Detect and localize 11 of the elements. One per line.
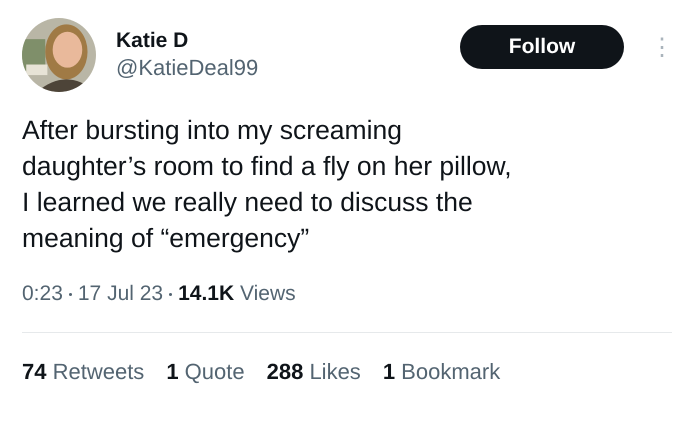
stat-link[interactable]: 74 Retweets (22, 359, 144, 385)
author-handle[interactable]: @KatieDeal99 (116, 55, 440, 81)
tweet-time[interactable]: 0:23 (22, 282, 63, 306)
tweet-date[interactable]: 17 Jul 23 (78, 282, 164, 306)
stat-link[interactable]: 1 Quote (166, 359, 245, 385)
stat-link[interactable]: 1 Bookmark (382, 359, 500, 385)
tweet-text: After bursting into my screaming daughter’s room to find a fly on her pillow, I learned we really need to discuss the meaning of “emergency” (22, 114, 513, 255)
stat-link[interactable]: 288 Likes (266, 359, 361, 385)
views-count: 14.1K Views (178, 282, 296, 306)
follow-button[interactable]: Follow (460, 25, 624, 69)
author-name[interactable]: Katie D (116, 29, 440, 53)
